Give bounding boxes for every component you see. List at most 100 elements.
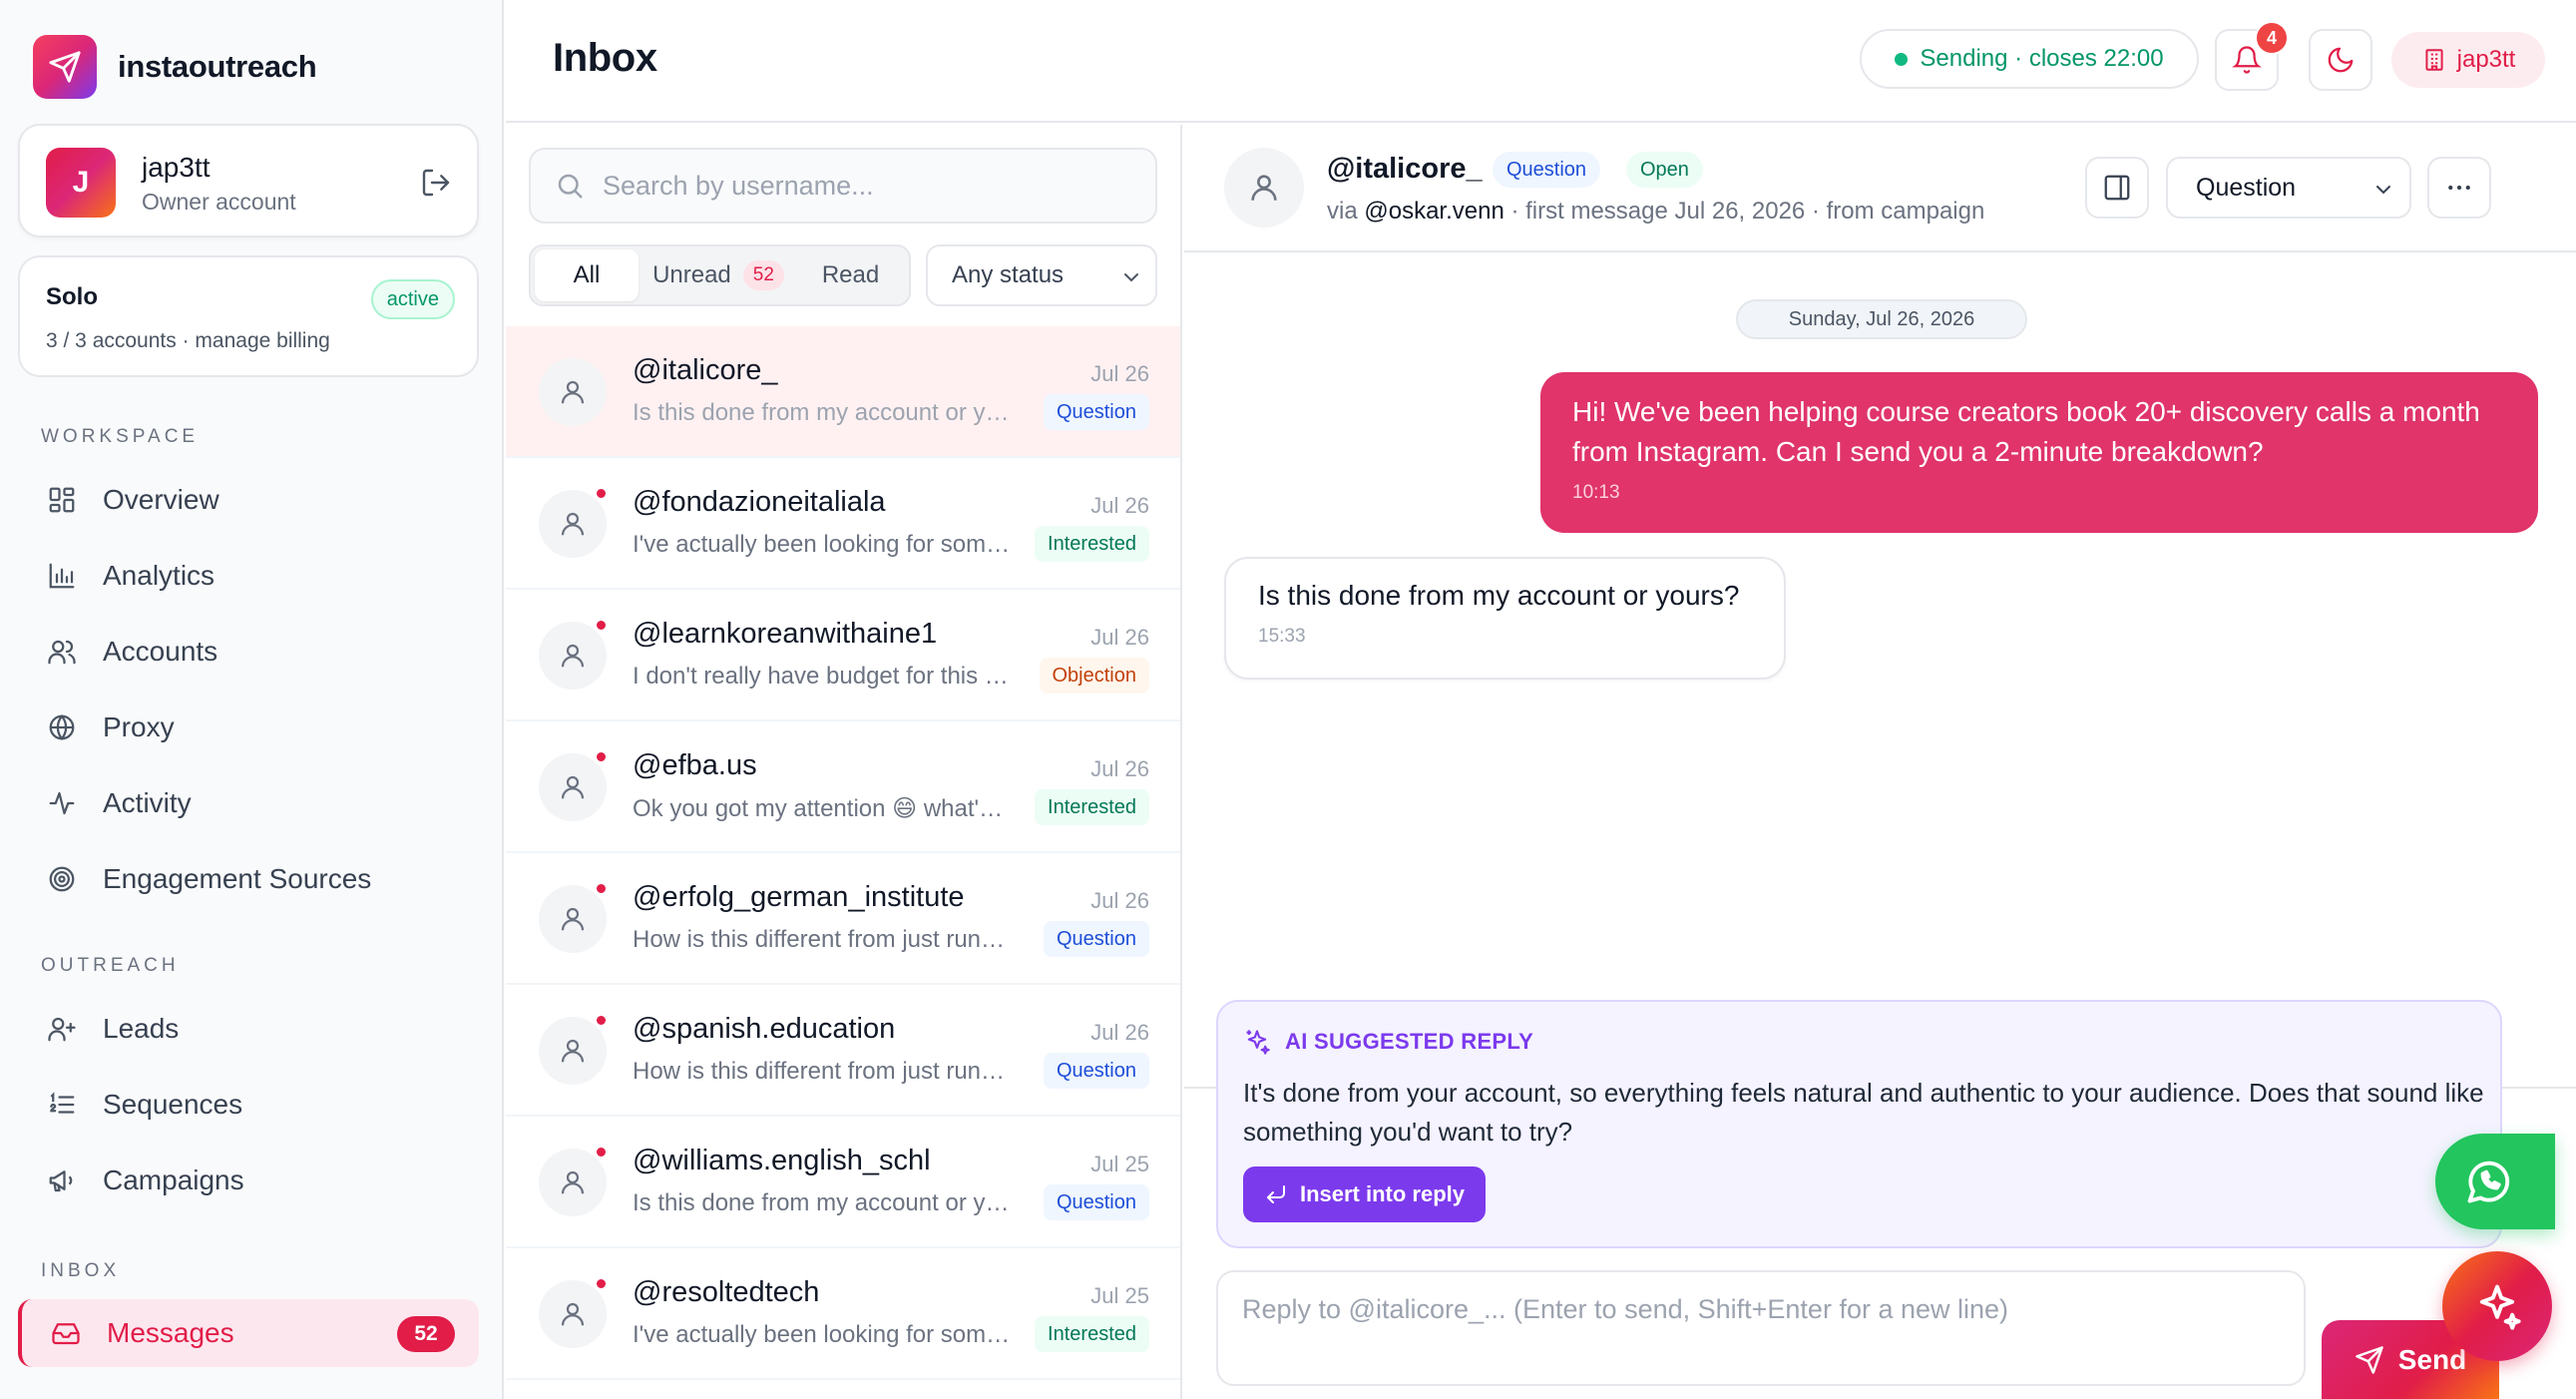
sidebar-item-engagement-sources[interactable]: Engagement Sources: [18, 845, 479, 913]
grid-icon: [45, 483, 79, 517]
conversation-row[interactable]: @erfolg_german_institute Jul 26 How is t…: [506, 853, 1180, 985]
chevron-down-icon: [2371, 178, 2395, 202]
user-plus-icon: [45, 1012, 79, 1046]
conversation-row[interactable]: @williams.english_schl Jul 25 Is this do…: [506, 1117, 1180, 1248]
avatar: J: [46, 148, 116, 218]
ai-assistant-button[interactable]: [2442, 1251, 2552, 1361]
sidebar-item-analytics[interactable]: Analytics: [18, 542, 479, 610]
more-options-button[interactable]: [2427, 157, 2491, 219]
via-account[interactable]: @oskar.venn: [1364, 198, 1503, 225]
sidebar-item-sequences[interactable]: Sequences: [18, 1071, 479, 1139]
page-title: Inbox: [553, 36, 657, 80]
notifications-button[interactable]: 4: [2215, 21, 2289, 91]
user-icon: [539, 753, 607, 821]
conversation-row[interactable]: @italicore_ Jul 26 Is this done from my …: [506, 326, 1180, 458]
target-icon: [45, 862, 79, 896]
category-select[interactable]: Question: [2166, 157, 2411, 219]
unread-dot: [595, 882, 608, 895]
sending-status-text: Sending · closes 22:00: [1920, 45, 2164, 72]
conversation-row[interactable]: @resoltedtech Jul 25 I've actually been …: [506, 1248, 1180, 1380]
reply-box[interactable]: [1216, 1270, 2306, 1386]
sidebar-item-campaigns[interactable]: Campaigns: [18, 1147, 479, 1214]
whatsapp-chat-button[interactable]: [2435, 1134, 2555, 1229]
conversation-username: @erfolg_german_institute: [633, 881, 965, 913]
send-label: Send: [2397, 1343, 2467, 1375]
sidebar-item-overview[interactable]: Overview: [18, 466, 479, 534]
user-icon: [1224, 148, 1304, 228]
sidebar-item-leads[interactable]: Leads: [18, 995, 479, 1063]
user-icon: [539, 622, 607, 690]
user-name: jap3tt: [2456, 46, 2516, 73]
conversation-date: Jul 26: [1090, 756, 1149, 781]
user-menu-button[interactable]: jap3tt: [2391, 32, 2545, 88]
unread-dot: [595, 487, 608, 500]
status-dot: [1895, 52, 1909, 66]
conversation-date: Jul 26: [1090, 493, 1149, 518]
conversation-tag: Question: [1043, 394, 1149, 430]
conversation-date: Jul 25: [1090, 1283, 1149, 1308]
message-time: 15:33: [1258, 626, 1306, 647]
thread-header: @italicore_ Question Open via @oskar.ven…: [1184, 125, 2576, 252]
activity-icon: [45, 786, 79, 820]
conversation-tag: Objection: [1039, 658, 1149, 694]
plan-card[interactable]: Solo active 3 / 3 accounts · manage bill…: [18, 255, 479, 377]
conversation-preview: I've actually been looking for something…: [633, 531, 1012, 558]
message-text: Is this done from my account or yours?: [1258, 580, 1740, 611]
sidebar-item-label: Proxy: [103, 711, 175, 742]
conversation-date: Jul 26: [1090, 888, 1149, 913]
conversation-username: @fondazioneitaliala: [633, 486, 886, 518]
chevron-down-icon: [1119, 265, 1143, 289]
unread-dot: [595, 1146, 608, 1159]
ai-suggestion-heading: AI SUGGESTED REPLY: [1243, 1028, 1533, 1056]
sparkles-icon: [1243, 1028, 1271, 1056]
conversation-date: Jul 26: [1090, 625, 1149, 650]
conversation-row[interactable]: @spanish.education Jul 26 How is this di…: [506, 985, 1180, 1117]
tab-unread[interactable]: Unread 52: [639, 249, 798, 301]
tab-read[interactable]: Read: [798, 249, 903, 301]
message-time: 10:13: [1572, 482, 1620, 503]
insert-label: Insert into reply: [1299, 1181, 1466, 1206]
plan-status-badge: active: [370, 279, 455, 319]
theme-toggle-button[interactable]: [2309, 29, 2372, 91]
sidebar-item-messages[interactable]: Messages 52: [18, 1299, 479, 1367]
sidebar-item-activity[interactable]: Activity: [18, 769, 479, 837]
unread-dot: [595, 750, 608, 763]
brand-name: instaoutreach: [118, 49, 317, 84]
logout-icon[interactable]: [417, 164, 455, 202]
toggle-panel-button[interactable]: [2085, 157, 2149, 219]
sidebar-item-proxy[interactable]: Proxy: [18, 694, 479, 761]
search-input[interactable]: [603, 170, 1121, 202]
user-icon: [539, 1017, 607, 1085]
tab-all[interactable]: All: [535, 249, 639, 301]
conversation-username: @efba.us: [633, 749, 757, 781]
reply-input[interactable]: [1242, 1294, 2280, 1364]
conversation-username: @learnkoreanwithaine1: [633, 618, 938, 650]
read-filter-tabs: All Unread 52 Read: [529, 244, 911, 306]
message-list: Sunday, Jul 26, 2026 Hi! We've been help…: [1184, 252, 2576, 1089]
thread-state-badge: Open: [1626, 152, 1703, 188]
sidebar-item-label: Overview: [103, 484, 219, 515]
conversation-row[interactable]: @learnkoreanwithaine1 Jul 26 I don't rea…: [506, 590, 1180, 721]
account-card[interactable]: J jap3tt Owner account: [18, 124, 479, 237]
conversation-tag: Interested: [1035, 1316, 1149, 1352]
status-filter-select[interactable]: Any status: [926, 244, 1157, 306]
conversation-row[interactable]: @efba.us Jul 26 Ok you got my attention …: [506, 721, 1180, 853]
bell-icon: [2232, 45, 2262, 75]
sidebar-item-label: Sequences: [103, 1089, 243, 1120]
whatsapp-icon: [2463, 1156, 2515, 1207]
sidebar-item-next[interactable]: [18, 1381, 479, 1399]
megaphone-icon: [45, 1164, 79, 1197]
brand[interactable]: instaoutreach: [33, 35, 317, 99]
status-filter-value: Any status: [952, 261, 1065, 288]
conversation-tag: Question: [1043, 1184, 1149, 1220]
sidebar: instaoutreach J jap3tt Owner account Sol…: [0, 0, 504, 1399]
plan-meta[interactable]: 3 / 3 accounts · manage billing: [46, 329, 330, 353]
moon-icon: [2326, 45, 2356, 75]
search-box[interactable]: [529, 148, 1157, 224]
sending-status-pill[interactable]: Sending · closes 22:00: [1860, 29, 2199, 89]
conversation-row[interactable]: @fondazioneitaliala Jul 26 I've actually…: [506, 458, 1180, 590]
sidebar-item-accounts[interactable]: Accounts: [18, 618, 479, 686]
via-prefix: via: [1327, 198, 1365, 225]
insert-into-reply-button[interactable]: Insert into reply: [1243, 1166, 1486, 1222]
users-icon: [45, 635, 79, 669]
